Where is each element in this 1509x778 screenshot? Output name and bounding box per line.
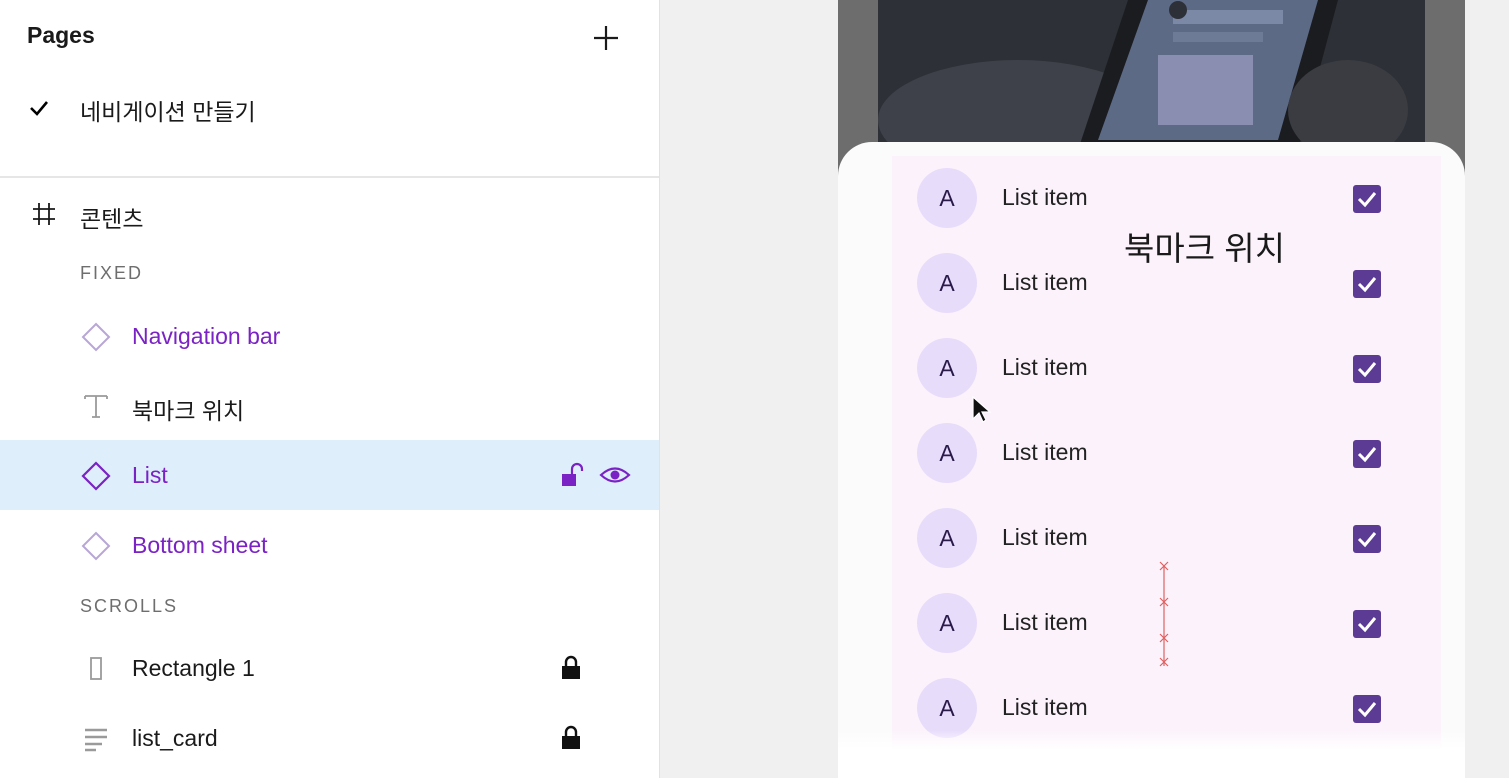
layer-label: Bottom sheet (132, 532, 268, 558)
layer-navigation-bar[interactable]: Navigation bar (0, 301, 659, 371)
layer-label: Navigation bar (132, 323, 281, 349)
list-item-text: List item (1002, 609, 1088, 635)
section-scrolls: SCROLLS (80, 596, 179, 616)
auto-layout-icon (85, 728, 107, 752)
checkbox-checked[interactable] (1353, 355, 1381, 383)
section-fixed: FIXED (80, 263, 144, 283)
add-page-icon[interactable] (590, 22, 622, 54)
bottom-sheet: A List item A List item A List item A Li… (838, 142, 1465, 778)
component-instance-icon (81, 322, 111, 352)
hand-phone-image (878, 0, 1425, 150)
canvas[interactable]: A List item A List item A List item A Li… (660, 0, 1509, 778)
rectangle-icon (90, 657, 102, 680)
pages-header: Pages (27, 22, 95, 48)
phone-frame: A List item A List item A List item A Li… (838, 0, 1465, 778)
lock-icon[interactable] (560, 725, 582, 751)
layer-label: list_card (132, 725, 218, 751)
list-item-text: List item (1002, 694, 1088, 720)
list-container[interactable]: A List item A List item A List item A Li… (892, 156, 1441, 756)
header-photo (878, 0, 1425, 150)
unlock-icon[interactable] (560, 462, 586, 488)
page-label: 네비게이션 만들기 (80, 99, 256, 125)
list-item-text: List item (1002, 184, 1088, 210)
frame-label: 콘텐츠 (80, 206, 144, 232)
check-icon (30, 101, 48, 116)
avatar: A (917, 253, 977, 313)
list-item-text: List item (1002, 524, 1088, 550)
text-icon (84, 395, 108, 418)
checkbox-checked[interactable] (1353, 440, 1381, 468)
bookmark-position-label: 북마크 위치 (1124, 230, 1285, 267)
avatar: A (917, 168, 977, 228)
page-item-navigation[interactable]: 네비게이션 만들기 (0, 88, 659, 128)
avatar: A (917, 508, 977, 568)
component-instance-icon (81, 461, 111, 491)
checkbox-checked[interactable] (1353, 270, 1381, 298)
layer-label: Rectangle 1 (132, 655, 255, 681)
mouse-cursor-icon (972, 395, 992, 423)
checkbox-checked[interactable] (1353, 525, 1381, 553)
layer-list-card[interactable]: list_card (0, 703, 659, 773)
layer-bookmark-text[interactable]: 북마크 위치 (0, 370, 659, 440)
layers-panel: Pages 네비게이션 만들기 콘텐츠 FIXED Navigation bar… (0, 0, 660, 778)
component-instance-icon (81, 531, 111, 561)
lock-icon[interactable] (560, 655, 582, 681)
layer-label: 북마크 위치 (132, 398, 245, 424)
avatar: A (917, 423, 977, 483)
avatar: A (917, 338, 977, 398)
list-item-text: List item (1002, 269, 1088, 295)
checkbox-checked[interactable] (1353, 610, 1381, 638)
frame-icon (33, 203, 55, 225)
divider (0, 176, 659, 178)
avatar: A (917, 593, 977, 653)
avatar: A (917, 678, 977, 738)
bottom-fade (838, 730, 1465, 778)
spacing-indicator (1159, 561, 1169, 667)
layer-frame-contents[interactable]: 콘텐츠 (0, 194, 659, 234)
checkbox-checked[interactable] (1353, 695, 1381, 723)
layer-bottom-sheet[interactable]: Bottom sheet (0, 510, 659, 580)
layer-rectangle-1[interactable]: Rectangle 1 (0, 633, 659, 703)
checkbox-checked[interactable] (1353, 185, 1381, 213)
list-item-text: List item (1002, 439, 1088, 465)
layer-list[interactable]: List (0, 440, 659, 510)
layer-label: List (132, 462, 168, 488)
eye-icon[interactable] (598, 462, 632, 488)
list-item-text: List item (1002, 354, 1088, 380)
